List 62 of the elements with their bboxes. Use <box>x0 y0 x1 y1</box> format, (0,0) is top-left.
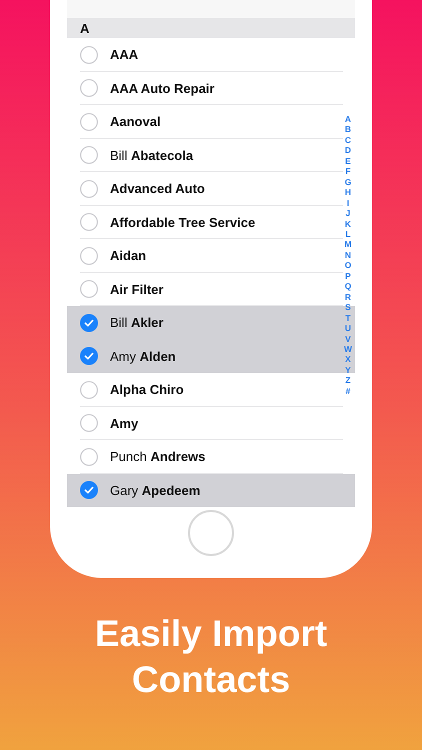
index-letter[interactable]: W <box>344 344 352 354</box>
contact-name: Punch Andrews <box>110 449 206 464</box>
contact-name: Amy <box>110 416 138 431</box>
contact-name: AAA Auto Repair <box>110 80 214 96</box>
contact-name: Affordable Tree Service <box>110 214 256 230</box>
index-letter[interactable]: B <box>344 124 352 135</box>
contact-name: Gary Apedeem <box>110 482 200 498</box>
checkmark-icon[interactable] <box>80 314 98 332</box>
checkmark-icon[interactable] <box>80 481 98 500</box>
index-letter[interactable]: E <box>345 156 351 166</box>
index-letter[interactable]: K <box>344 218 352 229</box>
radio-circle-icon[interactable] <box>80 112 98 131</box>
contact-name: Bill Abatecola <box>110 148 194 163</box>
contact-name: Air Filter <box>110 282 164 297</box>
contact-row[interactable]: AAA Auto Repair <box>67 72 355 105</box>
index-letter[interactable]: P <box>345 270 351 282</box>
index-letter[interactable]: D <box>344 145 352 156</box>
index-letter[interactable]: O <box>344 260 352 271</box>
radio-circle-icon[interactable] <box>80 213 98 232</box>
contact-name: Bill Akler <box>110 315 164 330</box>
radio-circle-icon[interactable] <box>80 180 98 198</box>
contact-name: AAA <box>110 47 138 62</box>
radio-circle-icon[interactable] <box>80 448 98 466</box>
contact-name: Alpha Chiro <box>110 382 184 398</box>
radio-circle-icon[interactable] <box>80 146 98 164</box>
home-button[interactable] <box>188 510 234 556</box>
radio-circle-icon[interactable] <box>80 79 98 98</box>
index-letter[interactable]: X <box>345 354 351 365</box>
index-letter[interactable]: L <box>345 228 351 240</box>
index-letter[interactable]: H <box>344 187 352 198</box>
index-letter[interactable]: C <box>344 134 352 146</box>
index-letter[interactable]: J <box>346 208 350 219</box>
index-letter[interactable]: I <box>346 198 350 208</box>
index-letter[interactable]: U <box>344 323 352 334</box>
radio-circle-icon[interactable] <box>80 280 98 298</box>
contact-row[interactable]: Amy <box>67 406 355 440</box>
index-letter[interactable]: F <box>345 166 351 177</box>
contact-row[interactable]: AAA <box>67 38 355 72</box>
headline-text: Contacts <box>130 658 292 702</box>
radio-circle-icon[interactable] <box>80 380 98 399</box>
index-letter[interactable]: # <box>346 386 350 396</box>
index-letter[interactable]: T <box>345 312 351 324</box>
headline-text: Easily Import <box>94 612 328 656</box>
radio-circle-icon[interactable] <box>80 414 98 432</box>
checkmark-icon[interactable] <box>80 347 98 366</box>
index-letter[interactable]: G <box>344 176 352 188</box>
index-letter[interactable]: R <box>344 292 352 302</box>
index-letter[interactable]: Q <box>344 281 352 292</box>
contact-row[interactable]: Punch Andrews <box>67 440 355 474</box>
contact-name: Amy Alden <box>110 348 176 364</box>
section-header: A <box>67 18 355 38</box>
contact-name: Aanoval <box>110 114 161 130</box>
radio-circle-icon[interactable] <box>80 246 98 265</box>
contact-row[interactable]: Gary Apedeem <box>67 474 355 507</box>
index-letter[interactable]: Y <box>345 364 351 376</box>
contact-name: Aidan <box>110 248 146 264</box>
contact-name: Advanced Auto <box>110 181 205 196</box>
index-letter[interactable]: Z <box>345 375 351 386</box>
index-letter[interactable]: N <box>344 250 352 260</box>
radio-circle-icon[interactable] <box>80 46 98 64</box>
index-letter[interactable]: M <box>344 239 352 250</box>
index-letter[interactable]: A <box>344 114 352 124</box>
